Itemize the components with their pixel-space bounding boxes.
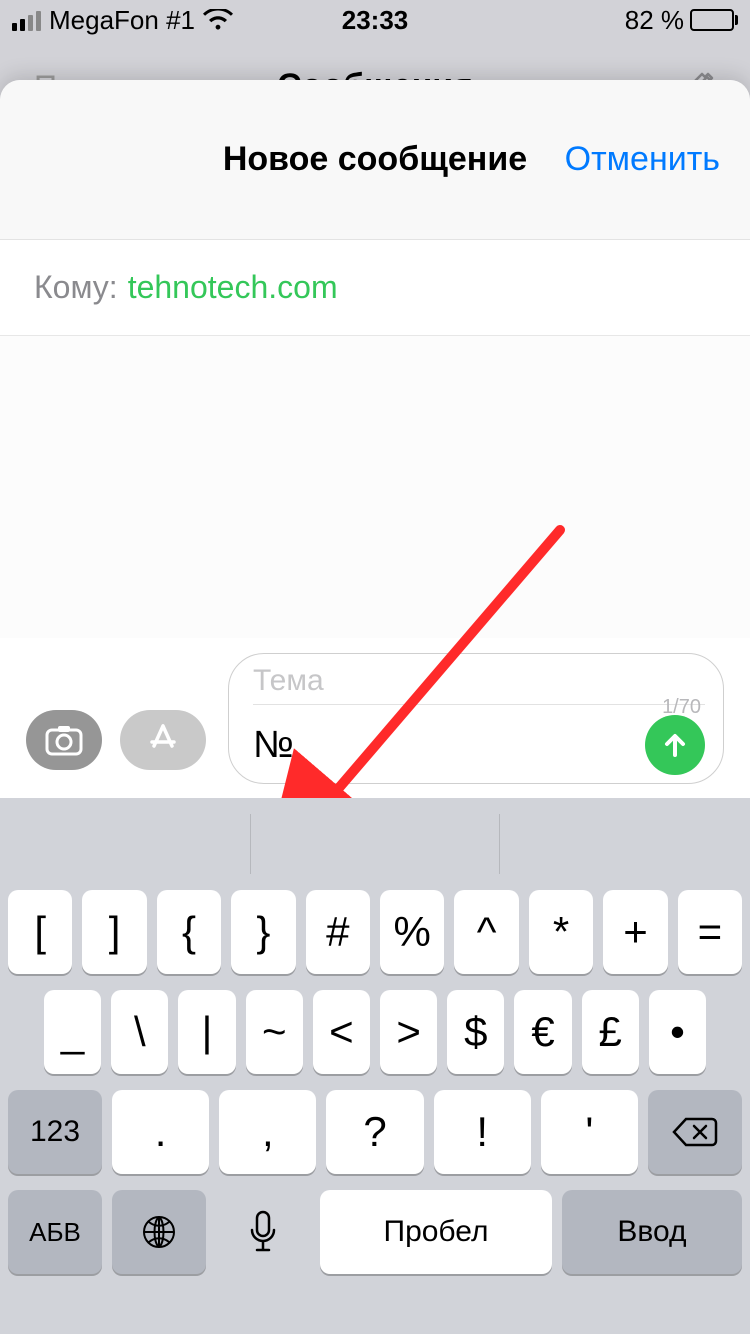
key-£[interactable]: £ (582, 990, 639, 1074)
key-?[interactable]: ? (326, 1090, 423, 1174)
key-%[interactable]: % (380, 890, 444, 974)
key-^[interactable]: ^ (454, 890, 518, 974)
signal-icon (12, 9, 41, 31)
key-\[interactable]: \ (111, 990, 168, 1074)
compose-toolbar: Тема 1/70 № (0, 638, 750, 798)
key-_[interactable]: _ (44, 990, 101, 1074)
mode-123-key[interactable]: 123 (8, 1090, 102, 1174)
recipient-row[interactable]: Кому: tehnotech.com (0, 240, 750, 336)
subject-field[interactable]: Тема (253, 664, 705, 705)
battery-icon (690, 9, 738, 31)
camera-button[interactable] (26, 710, 102, 770)
cancel-button[interactable]: Отменить (565, 140, 720, 179)
modal-title: Новое сообщение (223, 140, 527, 179)
key-[[interactable]: [ (8, 890, 72, 974)
globe-key[interactable] (112, 1190, 206, 1274)
key-'[interactable]: ' (541, 1090, 638, 1174)
key-![interactable]: ! (434, 1090, 531, 1174)
to-value: tehnotech.com (128, 269, 338, 306)
key-*[interactable]: * (529, 890, 593, 974)
message-input-box[interactable]: Тема 1/70 № (228, 653, 724, 784)
wifi-icon (203, 9, 233, 31)
alphabet-key[interactable]: АБВ (8, 1190, 102, 1274)
modal-nav-bar: Новое сообщение Отменить (0, 80, 750, 240)
message-text-field[interactable]: № (253, 724, 645, 767)
new-message-sheet: Новое сообщение Отменить Кому: tehnotech… (0, 80, 750, 1334)
carrier-name: MegaFon #1 (49, 5, 195, 36)
key-~[interactable]: ~ (246, 990, 303, 1074)
key-$[interactable]: $ (447, 990, 504, 1074)
status-bar: MegaFon #1 23:33 82 % (0, 0, 750, 40)
space-key[interactable]: Пробел (320, 1190, 552, 1274)
key-][interactable]: ] (82, 890, 146, 974)
status-time: 23:33 (342, 5, 409, 36)
backspace-key[interactable] (648, 1090, 742, 1174)
key-,[interactable]: , (219, 1090, 316, 1174)
send-button[interactable] (645, 715, 705, 775)
char-counter: 1/70 (662, 696, 701, 719)
key-.[interactable]: . (112, 1090, 209, 1174)
key-#[interactable]: # (306, 890, 370, 974)
return-key[interactable]: Ввод (562, 1190, 742, 1274)
key->[interactable]: > (380, 990, 437, 1074)
suggestion-bar[interactable] (0, 814, 750, 874)
dictation-key[interactable] (216, 1190, 310, 1274)
key-•[interactable]: • (649, 990, 706, 1074)
key-{[interactable]: { (157, 890, 221, 974)
key-€[interactable]: € (514, 990, 571, 1074)
to-label: Кому: (34, 269, 118, 306)
battery-percent: 82 % (625, 5, 684, 36)
app-store-button[interactable] (120, 710, 206, 770)
keyboard: []{}#%^*+= _\|~<>$€£• 123 .,?!' АБВ Проб… (0, 798, 750, 1334)
key-+[interactable]: + (603, 890, 667, 974)
key-<[interactable]: < (313, 990, 370, 1074)
key-|[interactable]: | (178, 990, 235, 1074)
key-=[interactable]: = (678, 890, 742, 974)
key-}[interactable]: } (231, 890, 295, 974)
